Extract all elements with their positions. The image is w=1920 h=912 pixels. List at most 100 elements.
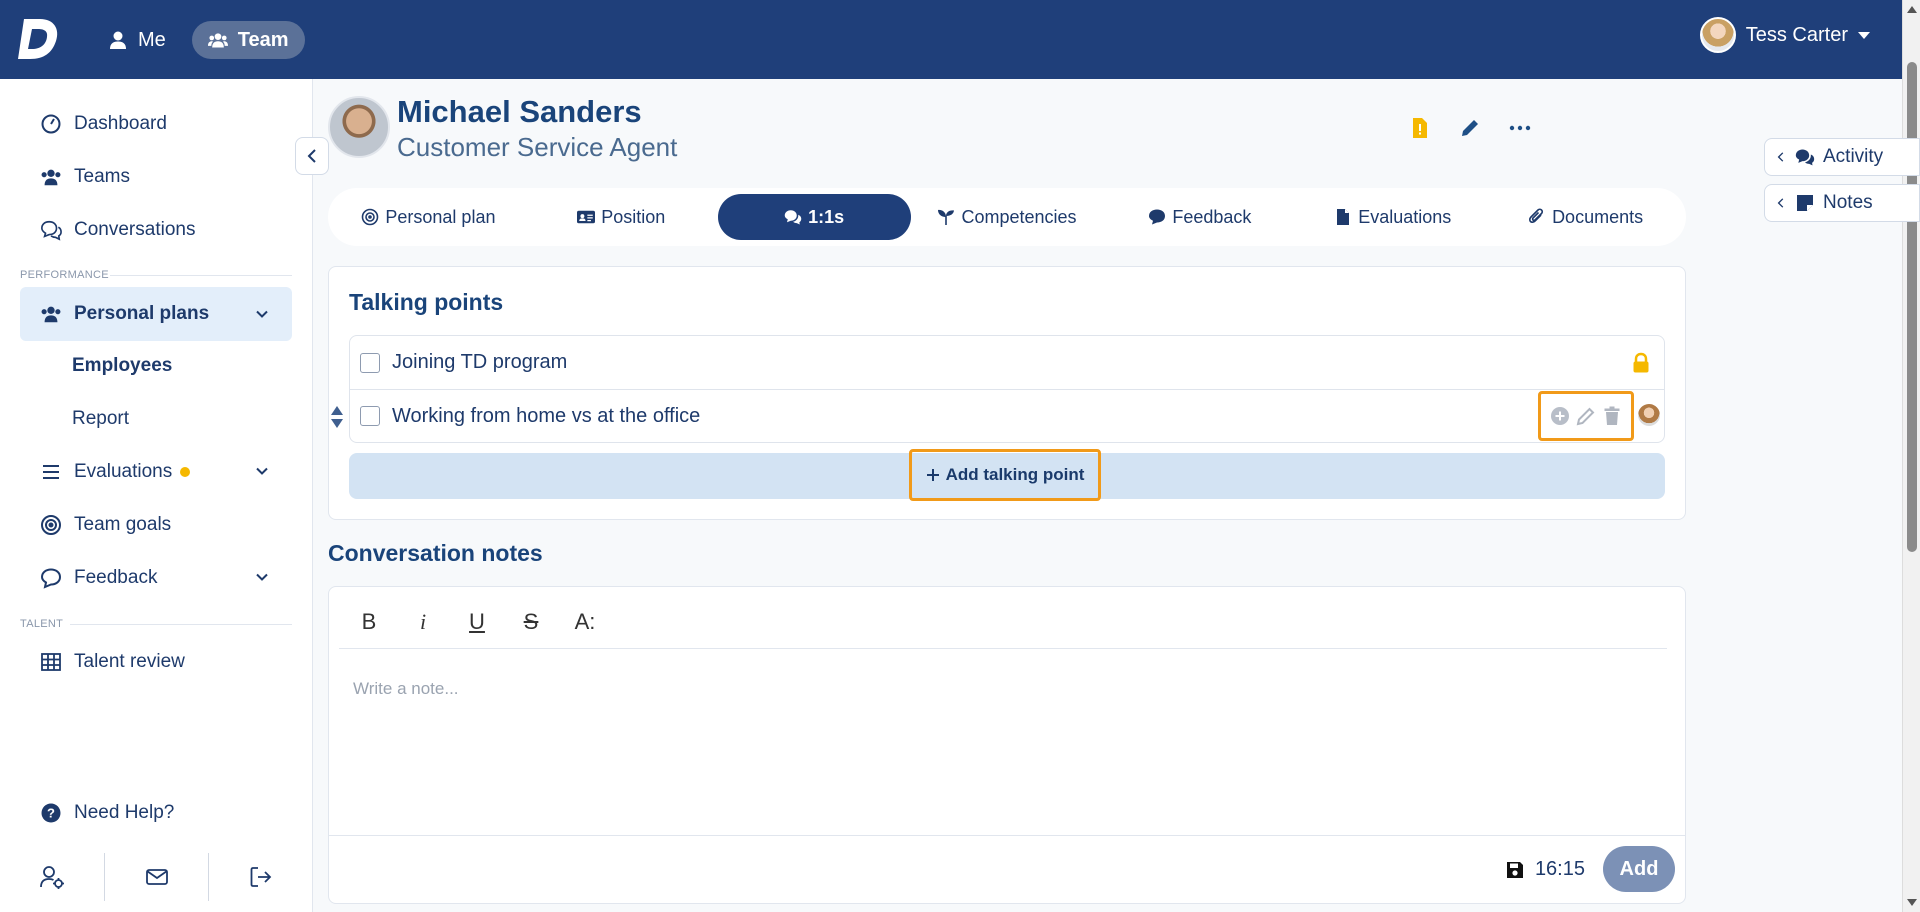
tab-feedback[interactable]: Feedback — [1103, 194, 1296, 240]
sort-handle-icon[interactable] — [330, 405, 344, 429]
strikethrough-button[interactable]: S — [513, 604, 549, 640]
user-gear-icon — [39, 866, 64, 889]
tab-personal-plan[interactable]: Personal plan — [332, 194, 525, 240]
pencil-icon[interactable] — [1575, 405, 1597, 427]
logout-button[interactable] — [209, 853, 313, 901]
sidebar-item-dashboard[interactable]: Dashboard — [20, 99, 292, 149]
sidebar-item-label: Conversations — [74, 219, 196, 240]
sidebar: Dashboard Teams Conversations PERFORMANC… — [0, 79, 313, 912]
add-talking-point-button[interactable]: Add talking point — [909, 449, 1101, 501]
page-scrollbar[interactable] — [1902, 0, 1920, 912]
divider — [70, 624, 292, 625]
sidebar-item-label: Teams — [74, 166, 130, 187]
sidebar-item-label: Need Help? — [74, 802, 175, 823]
chevron-down-icon — [256, 467, 268, 475]
question-circle-icon: ? — [41, 803, 61, 823]
tab-documents[interactable]: Documents — [1489, 194, 1682, 240]
target-icon — [41, 515, 61, 535]
note-input[interactable]: Write a note... — [353, 679, 459, 699]
sidebar-item-evaluations[interactable]: Evaluations — [20, 447, 292, 497]
add-talking-point-bar[interactable]: Add talking point — [349, 449, 1665, 501]
page-subtitle: Customer Service Agent — [397, 132, 678, 162]
trash-icon[interactable] — [1601, 405, 1623, 427]
talking-point-checkbox[interactable] — [360, 406, 380, 426]
logout-icon — [250, 867, 272, 887]
sidebar-item-teams[interactable]: Teams — [20, 152, 292, 202]
talking-point-checkbox[interactable] — [360, 352, 380, 373]
chevron-down-icon — [256, 310, 268, 318]
save-status: 16:15 — [1505, 858, 1585, 881]
top-bar: Me Team Tess Carter — [0, 0, 1902, 79]
sidebar-subitem-report[interactable]: Report — [72, 408, 129, 430]
notification-dot — [180, 467, 191, 477]
list-item: Working from home vs at the office — [331, 389, 1664, 442]
scroll-down-arrow-icon[interactable] — [1907, 899, 1917, 906]
sidebar-subitem-employees[interactable]: Employees — [72, 355, 172, 377]
profile-tabs: Personal plan Position 1:1s Competencies… — [328, 188, 1686, 246]
underline-button[interactable]: U — [459, 604, 495, 640]
section-title: Conversation notes — [328, 540, 543, 566]
editor-toolbar: B i U S A: — [339, 595, 1667, 649]
more-options-icon[interactable] — [1508, 116, 1532, 140]
text-size-button[interactable]: A: — [567, 604, 603, 640]
app-logo[interactable] — [18, 17, 60, 61]
tab-position[interactable]: Position — [525, 194, 718, 240]
user-settings-button[interactable] — [0, 853, 104, 901]
pencil-icon[interactable] — [1458, 116, 1482, 140]
sidebar-item-conversations[interactable]: Conversations — [20, 205, 292, 255]
collapse-sidebar-button[interactable] — [295, 137, 329, 175]
sidebar-item-personal-plans[interactable]: Personal plans — [20, 287, 292, 341]
notes-label: Notes — [1823, 192, 1873, 213]
messages-button[interactable] — [105, 853, 209, 901]
comments-icon — [784, 210, 802, 225]
tab-competencies[interactable]: Competencies — [911, 194, 1104, 240]
bold-button[interactable]: B — [351, 604, 387, 640]
talking-points-list: Joining TD program Working from home vs … — [331, 335, 1665, 443]
scroll-up-arrow-icon[interactable] — [1907, 6, 1917, 13]
section-label-talent: TALENT — [20, 618, 64, 630]
add-circle-icon[interactable] — [1549, 405, 1571, 427]
nav-me-label: Me — [138, 28, 166, 51]
comment-icon — [1149, 209, 1166, 225]
plus-icon — [926, 469, 939, 481]
scroll-thumb[interactable] — [1907, 62, 1917, 552]
avatar — [1699, 17, 1736, 53]
section-label-performance: PERFORMANCE — [20, 269, 109, 281]
chevron-left-icon — [1777, 152, 1784, 162]
avatar — [1638, 404, 1660, 426]
nav-team[interactable]: Team — [191, 21, 305, 59]
conversation-notes-editor: B i U S A: Write a note... 16:15 Add — [328, 586, 1686, 904]
sidebar-item-talent-review[interactable]: Talent review — [20, 637, 292, 687]
employee-avatar — [328, 96, 390, 158]
nav-team-label: Team — [237, 28, 289, 51]
sidebar-item-team-goals[interactable]: Team goals — [20, 500, 292, 550]
notes-panel-toggle[interactable]: Notes — [1764, 184, 1920, 222]
sidebar-item-feedback[interactable]: Feedback — [20, 553, 292, 603]
user-menu[interactable]: Tess Carter — [1699, 17, 1870, 53]
sidebar-item-label: Personal plans — [74, 303, 210, 324]
sidebar-item-label: Evaluations — [74, 461, 173, 482]
file-icon — [1337, 209, 1350, 225]
sidebar-item-need-help[interactable]: ? Need Help? — [20, 788, 292, 838]
activity-label: Activity — [1823, 146, 1884, 167]
chevron-left-icon — [1777, 198, 1784, 208]
nav-me[interactable]: Me — [92, 21, 182, 59]
talking-point-text: Working from home vs at the office — [392, 404, 701, 427]
tab-label: Personal plan — [385, 206, 496, 227]
users-icon — [207, 33, 228, 48]
tab-label: Evaluations — [1358, 206, 1452, 227]
list-item: Joining TD program — [350, 336, 1664, 389]
tab-one-on-ones[interactable]: 1:1s — [717, 194, 911, 240]
italic-button[interactable]: i — [405, 604, 441, 640]
talking-points-card: Talking points Joining TD program Workin… — [328, 266, 1686, 520]
tab-label: Competencies — [961, 206, 1077, 227]
add-note-button[interactable]: Add — [1603, 846, 1675, 892]
tab-label: Documents — [1552, 206, 1644, 227]
tab-evaluations[interactable]: Evaluations — [1296, 194, 1489, 240]
file-warning-icon[interactable] — [1408, 116, 1432, 140]
sidebar-footer — [0, 842, 313, 912]
activity-panel-toggle[interactable]: Activity — [1764, 138, 1920, 176]
chevron-down-icon — [256, 573, 268, 581]
add-talking-point-label: Add talking point — [945, 465, 1085, 484]
target-icon — [362, 208, 379, 226]
